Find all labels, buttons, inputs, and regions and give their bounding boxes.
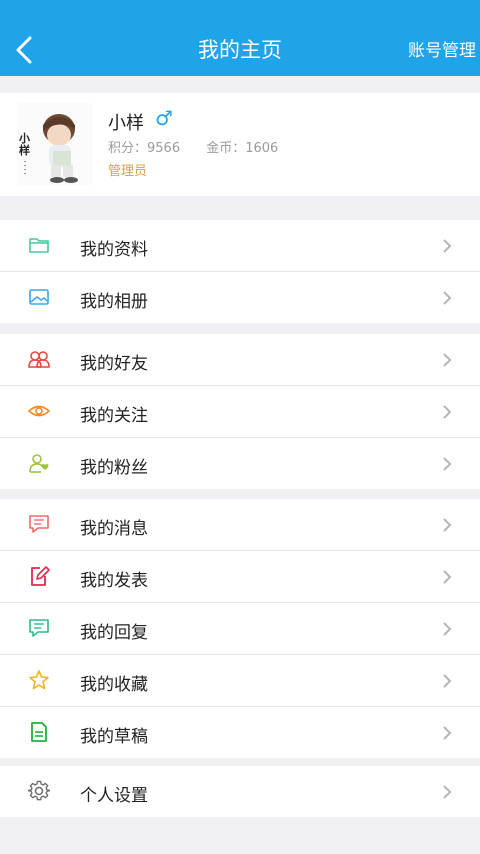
user-name: 小样 [108, 113, 144, 134]
menu-item-my-fans[interactable]: 我的粉丝 [0, 438, 480, 489]
chevron-right-icon [443, 622, 452, 636]
chevron-right-icon [443, 518, 452, 532]
chevron-right-icon [443, 405, 452, 419]
menu-item-label: 我的相册 [80, 292, 148, 312]
star-icon [29, 670, 49, 690]
eye-icon [28, 405, 50, 417]
menu-item-label: 个人设置 [80, 786, 148, 806]
account-manage-button[interactable]: 账号管理 [408, 36, 476, 61]
menu-item-my-follows[interactable]: 我的关注 [0, 386, 480, 438]
edit-icon [31, 566, 50, 586]
image-icon [29, 289, 49, 305]
reply-icon [29, 619, 49, 637]
chevron-right-icon [443, 353, 452, 367]
chevron-right-icon [443, 785, 452, 799]
chevron-right-icon [443, 291, 452, 305]
chevron-right-icon [443, 570, 452, 584]
menu-item-my-album[interactable]: 我的相册 [0, 272, 480, 323]
menu-item-label: 我的发表 [80, 571, 148, 591]
top-bar: 我的主页 账号管理 [0, 0, 480, 76]
menu-item-my-friends[interactable]: 我的好友 [0, 334, 480, 386]
menu-item-my-replies[interactable]: 我的回复 [0, 603, 480, 655]
user-stats: 积分：9566 金币：1606 [108, 137, 300, 156]
menu-item-label: 我的收藏 [80, 675, 148, 695]
menu-item-my-profile[interactable]: 我的资料 [0, 220, 480, 272]
folder-icon [29, 238, 49, 253]
message-icon [29, 515, 49, 533]
avatar-caption: 小样 [19, 132, 30, 157]
user-heart-icon [29, 454, 49, 473]
menu-group-content: 我的消息 我的发表 我的回复 我的收藏 我的草稿 [0, 499, 480, 758]
chevron-right-icon [443, 726, 452, 740]
chevron-right-icon [443, 674, 452, 688]
menu-group-social: 我的好友 我的关注 我的粉丝 [0, 334, 480, 489]
gear-icon [28, 780, 50, 801]
chevron-right-icon [443, 239, 452, 253]
male-gender-icon: ♂ [155, 106, 173, 130]
menu-item-label: 我的草稿 [80, 727, 148, 747]
menu-item-label: 我的好友 [80, 354, 148, 374]
coins-label: 金币：1606 [206, 141, 279, 156]
menu-item-label: 我的消息 [80, 519, 148, 539]
points-label: 积分：9566 [108, 141, 181, 156]
chevron-right-icon [443, 457, 452, 471]
avatar[interactable]: 小样 [17, 103, 93, 185]
friends-icon [28, 351, 50, 368]
menu-item-my-posts[interactable]: 我的发表 [0, 551, 480, 603]
menu-group-settings: 个人设置 [0, 766, 480, 817]
profile-card[interactable]: 小样 小样 ♂ 积分：9566 金币：1606 管理员 [0, 93, 480, 196]
user-role-badge: 管理员 [108, 164, 148, 179]
menu-item-my-drafts[interactable]: 我的草稿 [0, 707, 480, 758]
menu-item-label: 我的粉丝 [80, 458, 148, 478]
document-icon [31, 722, 47, 742]
avatar-caption-text: 小样 [19, 132, 30, 157]
menu-item-label: 我的回复 [80, 623, 148, 643]
menu-item-label: 我的关注 [80, 406, 148, 426]
menu-item-label: 我的资料 [80, 240, 148, 260]
menu-item-personal-settings[interactable]: 个人设置 [0, 766, 480, 817]
menu-item-my-messages[interactable]: 我的消息 [0, 499, 480, 551]
menu-item-my-favorites[interactable]: 我的收藏 [0, 655, 480, 707]
menu-group-profile: 我的资料 我的相册 [0, 220, 480, 323]
